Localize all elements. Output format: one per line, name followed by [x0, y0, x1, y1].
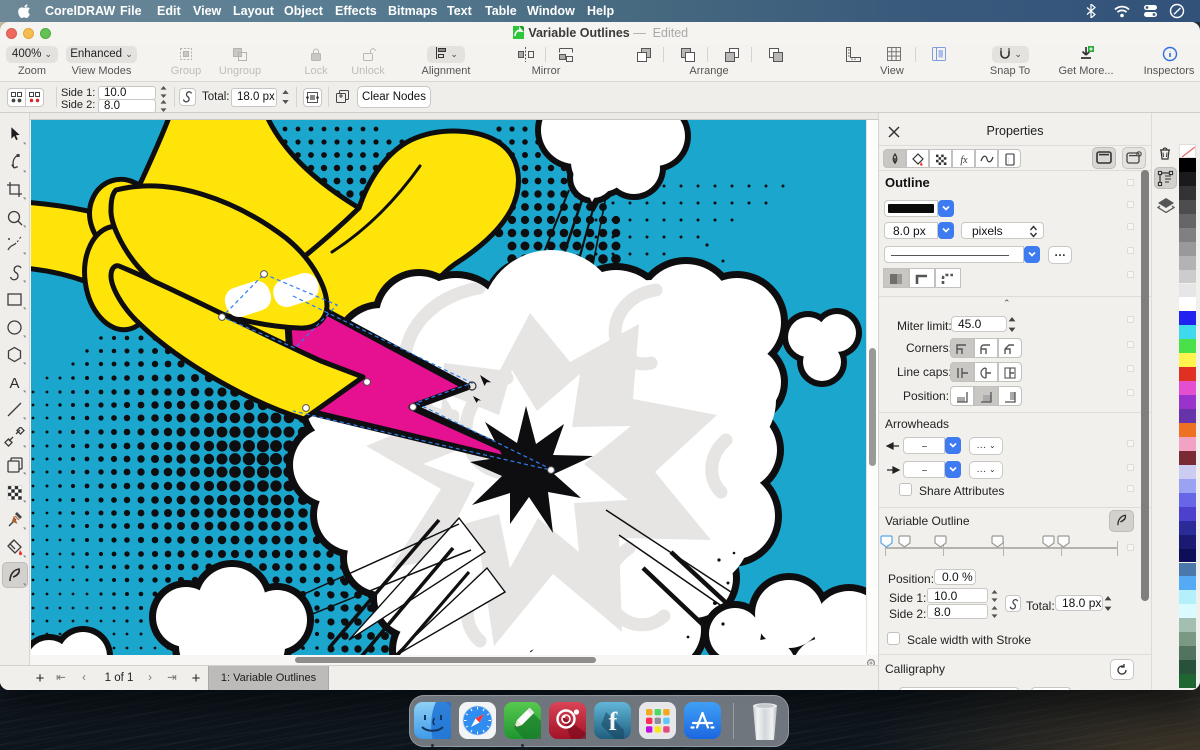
svg-text:A: A	[9, 375, 19, 392]
svg-text:f: f	[609, 707, 618, 736]
svg-text:fx: fx	[960, 155, 968, 166]
